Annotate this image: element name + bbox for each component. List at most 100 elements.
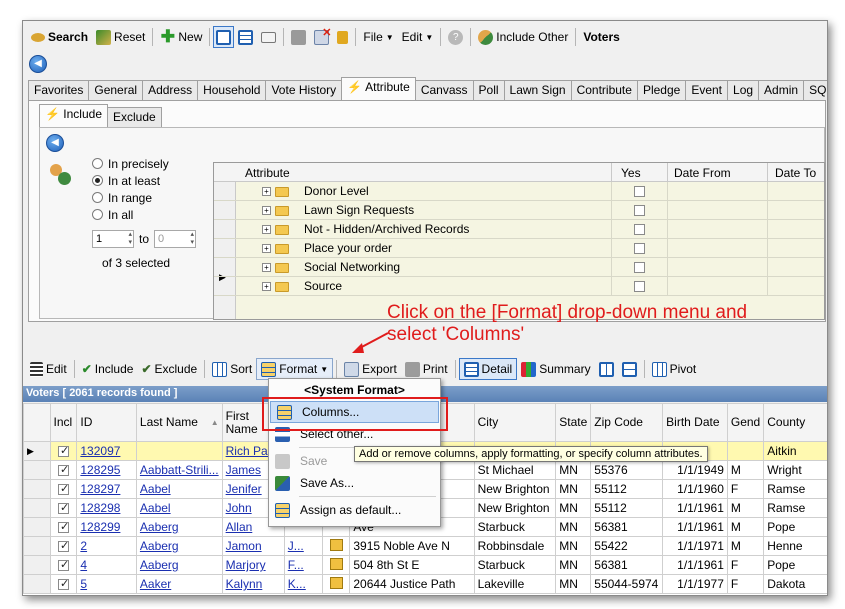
expand-icon[interactable]: + bbox=[262, 225, 271, 235]
row-indicator[interactable] bbox=[23, 574, 51, 594]
header-id[interactable]: ID bbox=[76, 403, 137, 442]
help-button[interactable]: ? bbox=[444, 26, 467, 48]
tab-lawn-sign[interactable]: Lawn Sign bbox=[503, 80, 572, 100]
attribute-row[interactable]: + Source bbox=[214, 277, 824, 296]
attribute-row[interactable]: + Lawn Sign Requests bbox=[214, 201, 824, 220]
radio-in-range[interactable]: In range bbox=[92, 189, 169, 206]
include-cell[interactable] bbox=[49, 555, 78, 575]
tab-sql[interactable]: SQL bbox=[803, 80, 827, 100]
header-last-name[interactable]: Last Name ▲ bbox=[135, 403, 223, 442]
last-name-link[interactable] bbox=[135, 441, 223, 461]
header-state[interactable]: State bbox=[555, 403, 592, 442]
range-to-stepper[interactable]: 0 bbox=[154, 230, 197, 248]
tab-log[interactable]: Log bbox=[727, 80, 760, 100]
yes-checkbox[interactable] bbox=[634, 224, 645, 236]
expand-icon[interactable]: + bbox=[262, 282, 271, 292]
yes-checkbox[interactable] bbox=[634, 243, 645, 255]
middle-name-link[interactable]: F... bbox=[283, 555, 324, 575]
voter-row[interactable]: 5AakerKalynnK... 20644 Justice PathLakevi… bbox=[23, 574, 827, 594]
date-from-cell[interactable] bbox=[667, 201, 767, 220]
tab-household[interactable]: Household bbox=[197, 80, 267, 100]
row-indicator[interactable]: ▶ bbox=[23, 441, 51, 461]
id-link[interactable]: 132097 bbox=[76, 441, 137, 461]
radio-in-precisely[interactable]: In precisely bbox=[92, 155, 169, 172]
save-toolbar-button[interactable] bbox=[287, 26, 310, 48]
last-name-link[interactable]: Aabel bbox=[135, 479, 223, 499]
include-checkbox[interactable] bbox=[57, 444, 69, 458]
header-city[interactable]: City bbox=[473, 403, 557, 442]
include-checkbox[interactable] bbox=[57, 558, 69, 572]
id-link[interactable]: 128295 bbox=[76, 460, 137, 480]
include-other-button[interactable]: Include Other bbox=[474, 26, 572, 48]
last-name-link[interactable]: Aaberg bbox=[135, 555, 223, 575]
date-to-cell[interactable] bbox=[767, 201, 824, 220]
menu-item-save-as[interactable]: Save As... bbox=[269, 472, 440, 494]
include-checkbox[interactable] bbox=[57, 482, 69, 496]
tab-general[interactable]: General bbox=[88, 80, 144, 100]
id-link[interactable]: 5 bbox=[76, 574, 137, 594]
middle-name-link[interactable]: J... bbox=[283, 536, 324, 556]
include-cell[interactable] bbox=[49, 574, 78, 594]
tab-poll[interactable]: Poll bbox=[472, 80, 505, 100]
layout-split-button[interactable] bbox=[213, 26, 235, 48]
reset-button[interactable]: Reset bbox=[92, 26, 149, 48]
back-button[interactable]: ◀ bbox=[29, 55, 47, 73]
summary-view-button[interactable]: Summary bbox=[517, 358, 594, 380]
tab-include[interactable]: ⚡ Include bbox=[39, 104, 108, 127]
delete-button[interactable]: ✕ bbox=[310, 26, 333, 48]
include-cell[interactable] bbox=[49, 479, 78, 499]
new-button[interactable]: ✚ New bbox=[156, 26, 206, 48]
tab-contribute[interactable]: Contribute bbox=[570, 80, 638, 100]
voter-row[interactable]: 4AabergMarjoryF... 504 8th St EStarbuckMN… bbox=[23, 555, 827, 575]
date-to-cell[interactable] bbox=[767, 239, 824, 258]
file-menu[interactable]: File ▼ bbox=[359, 26, 397, 48]
format-dropdown-button[interactable]: Format ▼ bbox=[256, 358, 334, 380]
id-link[interactable]: 128299 bbox=[76, 517, 137, 537]
include-cell[interactable] bbox=[49, 517, 78, 537]
edit-records-button[interactable]: Edit bbox=[26, 358, 71, 380]
tab-attribute[interactable]: ⚡ Attribute bbox=[341, 77, 416, 100]
yes-checkbox[interactable] bbox=[634, 205, 645, 217]
row-indicator[interactable] bbox=[23, 479, 51, 499]
include-checkbox[interactable] bbox=[57, 577, 69, 591]
yes-checkbox[interactable] bbox=[634, 186, 645, 198]
id-link[interactable]: 4 bbox=[76, 555, 137, 575]
date-from-cell[interactable] bbox=[667, 239, 767, 258]
date-from-cell[interactable] bbox=[667, 182, 767, 201]
yes-checkbox[interactable] bbox=[634, 281, 645, 293]
tab-pledge[interactable]: Pledge bbox=[636, 80, 687, 100]
tab-admin[interactable]: Admin bbox=[758, 80, 805, 100]
attribute-row[interactable]: + Social Networking bbox=[214, 258, 824, 277]
grid-view-button[interactable] bbox=[234, 26, 257, 48]
last-name-link[interactable]: Aabel bbox=[135, 498, 223, 518]
row-indicator[interactable] bbox=[23, 517, 51, 537]
sort-button[interactable]: Sort bbox=[208, 358, 256, 380]
expand-icon[interactable]: + bbox=[262, 244, 271, 254]
include-checkbox[interactable] bbox=[57, 463, 69, 477]
open-folder-button[interactable] bbox=[257, 26, 280, 48]
include-checkbox[interactable] bbox=[57, 501, 69, 515]
last-name-link[interactable]: Aabbatt-Strili... bbox=[135, 460, 223, 480]
radio-in-at-least[interactable]: In at least bbox=[92, 172, 169, 189]
voter-row[interactable]: 2AabergJamonJ... 3915 Noble Ave NRobbinsd… bbox=[23, 536, 827, 556]
tab-canvass[interactable]: Canvass bbox=[414, 80, 474, 100]
header-county[interactable]: County bbox=[763, 403, 827, 442]
include-checkbox[interactable] bbox=[57, 520, 69, 534]
vertical-split-button[interactable] bbox=[595, 358, 618, 380]
edit-menu[interactable]: Edit ▼ bbox=[398, 26, 438, 48]
range-from-stepper[interactable]: 1 bbox=[92, 230, 134, 248]
first-name-link[interactable]: Jamon bbox=[221, 536, 285, 556]
tab-address[interactable]: Address bbox=[142, 80, 199, 100]
include-records-button[interactable]: ✔ Include bbox=[78, 358, 138, 380]
expand-icon[interactable]: + bbox=[262, 263, 271, 273]
include-cell[interactable] bbox=[49, 441, 78, 461]
row-indicator[interactable] bbox=[23, 536, 51, 556]
last-name-link[interactable]: Aaberg bbox=[135, 517, 223, 537]
include-checkbox[interactable] bbox=[57, 539, 69, 553]
tab-vote-history[interactable]: Vote History bbox=[265, 80, 343, 100]
date-to-cell[interactable] bbox=[767, 258, 824, 277]
yes-checkbox[interactable] bbox=[634, 262, 645, 274]
date-to-cell[interactable] bbox=[767, 182, 824, 201]
attribute-row[interactable]: + Not - Hidden/Archived Records bbox=[214, 220, 824, 239]
tab-favorites[interactable]: Favorites bbox=[28, 80, 90, 100]
